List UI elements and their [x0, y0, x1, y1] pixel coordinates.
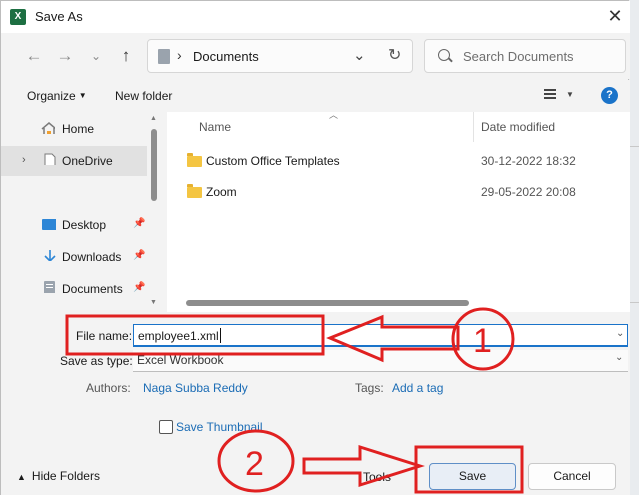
column-header-name[interactable]: Name — [199, 120, 231, 134]
text-cursor — [220, 328, 221, 343]
recent-locations-button[interactable]: ⌄ — [85, 45, 107, 67]
back-button[interactable]: ← — [23, 45, 45, 67]
caret-up-icon: ▲ — [17, 472, 26, 482]
dialog-title: Save As — [35, 9, 83, 24]
sidebar-item-onedrive[interactable]: › OneDrive — [1, 146, 147, 176]
authors-label: Authors: — [86, 381, 131, 395]
scroll-down-icon[interactable]: ▼ — [150, 299, 157, 306]
address-bar[interactable]: › Documents ⌄ ↻ — [147, 39, 413, 73]
refresh-icon[interactable]: ↻ — [388, 45, 401, 65]
chevron-down-icon[interactable]: ⌄ — [616, 328, 624, 339]
documents-icon — [44, 281, 55, 293]
caret-down-icon: ▼ — [78, 91, 87, 100]
arrow-up-icon: ↑ — [121, 46, 131, 65]
sidebar-item-label: Downloads — [62, 250, 122, 264]
add-tag-link[interactable]: Add a tag — [392, 381, 443, 395]
sidebar-item-label: Documents — [62, 282, 123, 296]
document-icon — [44, 153, 56, 165]
cancel-button[interactable]: Cancel — [528, 463, 616, 490]
help-button[interactable]: ? — [601, 87, 618, 104]
sidebar-item-desktop[interactable]: Desktop 📌 — [1, 210, 147, 240]
title-bar: X Save As ✕ — [1, 1, 630, 33]
pin-icon[interactable]: 📌 — [133, 218, 145, 229]
breadcrumb-chevron-icon[interactable]: › — [177, 47, 182, 63]
search-icon — [438, 49, 450, 61]
save-button[interactable]: Save — [429, 463, 516, 490]
navigation-pane: Home › OneDrive Desktop 📌 Downloads 📌 Do… — [1, 112, 147, 312]
new-folder-button[interactable]: New folder — [115, 89, 172, 103]
file-name-value: employee1.xml — [138, 329, 219, 343]
breadcrumb-documents[interactable]: Documents — [193, 49, 259, 64]
chevron-down-icon: ⌄ — [90, 49, 102, 63]
sidebar-item-label: Desktop — [62, 218, 107, 232]
excel-app-icon: X — [10, 9, 26, 25]
sidebar-item-home[interactable]: Home — [1, 114, 147, 144]
horizontal-scrollbar[interactable] — [186, 300, 469, 306]
sort-ascending-icon: ︿ — [329, 110, 339, 120]
caret-down-icon[interactable]: ▼ — [566, 90, 574, 99]
sidebar-item-downloads[interactable]: Downloads 📌 — [1, 242, 147, 272]
file-name: Custom Office Templates — [206, 154, 340, 168]
folder-icon — [187, 153, 202, 167]
arrow-right-icon: → — [56, 46, 74, 65]
save-as-dialog: X Save As ✕ ← → ⌄ ↑ › Documents ⌄ ↻ Sear… — [0, 0, 630, 495]
desktop-icon — [42, 219, 56, 230]
file-date: 30-12-2022 18:32 — [481, 154, 576, 168]
save-as-type-select[interactable]: Excel Workbook ⌄ — [133, 350, 628, 372]
sidebar-item-label: Home — [62, 122, 95, 136]
chevron-down-icon[interactable]: ⌄ — [615, 352, 623, 363]
sidebar-scrollbar[interactable] — [151, 129, 157, 201]
background-excel-strip — [629, 0, 639, 495]
download-icon — [44, 250, 56, 261]
save-thumbnail-label[interactable]: Save Thumbnail — [176, 420, 263, 434]
tools-menu[interactable]: Tools — [363, 470, 391, 484]
pin-icon[interactable]: 📌 — [133, 250, 145, 261]
save-as-type-label: Save as type: — [60, 354, 133, 368]
address-dropdown-icon[interactable]: ⌄ — [353, 46, 366, 64]
column-divider[interactable] — [473, 112, 474, 142]
file-list: ︿ Name Date modified Custom Office Templ… — [167, 110, 630, 312]
background-divider — [629, 302, 639, 303]
search-box[interactable]: Search Documents — [424, 39, 626, 73]
scroll-up-icon[interactable]: ▲ — [150, 115, 157, 122]
sidebar-item-documents[interactable]: Documents 📌 — [1, 274, 147, 304]
view-options-icon[interactable] — [544, 89, 556, 99]
sidebar-item-label: OneDrive — [62, 154, 113, 168]
file-row[interactable]: Custom Office Templates 30-12-2022 18:32 — [167, 146, 630, 176]
save-form: File name: employee1.xml ⌄ Save as type:… — [1, 312, 630, 495]
file-name-label: File name: — [76, 329, 133, 343]
background-divider — [629, 146, 639, 147]
command-bar: Organize ▼ New folder ▼ ? — [1, 80, 630, 112]
navigation-bar: ← → ⌄ ↑ › Documents ⌄ ↻ Search Documents — [1, 33, 630, 79]
chevron-right-icon[interactable]: › — [22, 154, 26, 166]
save-as-type-value: Excel Workbook — [137, 353, 224, 367]
file-date: 29-05-2022 20:08 — [481, 185, 576, 199]
search-placeholder[interactable]: Search Documents — [463, 49, 574, 64]
organize-label: Organize — [27, 89, 76, 103]
save-thumbnail-checkbox[interactable] — [159, 420, 173, 434]
arrow-left-icon: ← — [25, 46, 43, 65]
close-button[interactable]: ✕ — [605, 7, 625, 27]
column-header-date-modified[interactable]: Date modified — [481, 120, 555, 134]
file-name-input[interactable]: employee1.xml ⌄ — [133, 324, 628, 347]
tags-label: Tags: — [355, 381, 384, 395]
organize-menu[interactable]: Organize ▼ — [27, 89, 87, 103]
folder-icon — [187, 184, 202, 198]
home-icon — [41, 122, 55, 134]
documents-location-icon — [158, 49, 170, 64]
forward-button[interactable]: → — [54, 45, 76, 67]
hide-folders-label: Hide Folders — [31, 469, 100, 483]
hide-folders-button[interactable]: ▲ Hide Folders — [17, 469, 100, 483]
up-button[interactable]: ↑ — [115, 45, 137, 67]
file-row[interactable]: Zoom 29-05-2022 20:08 — [167, 177, 630, 207]
file-name: Zoom — [206, 185, 237, 199]
authors-value[interactable]: Naga Subba Reddy — [143, 381, 248, 395]
pin-icon[interactable]: 📌 — [133, 282, 145, 293]
